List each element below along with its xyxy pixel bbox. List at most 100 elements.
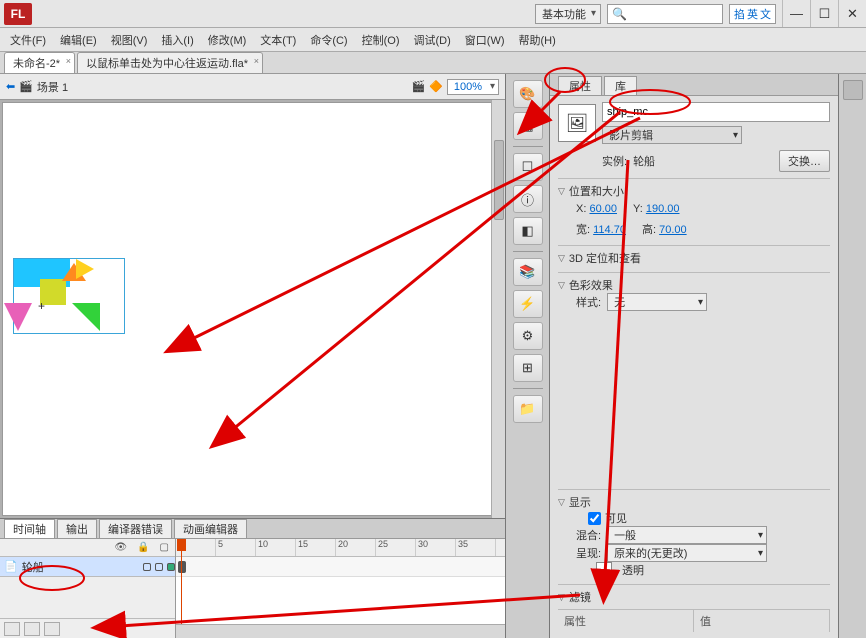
eye-icon[interactable]: 👁: [114, 542, 127, 553]
tool-library[interactable]: 📚: [513, 258, 543, 286]
doc-tab-1[interactable]: 未命名-2* ×: [4, 52, 75, 73]
blend-combo[interactable]: 一般: [607, 526, 767, 544]
ime-c: 文: [760, 6, 771, 22]
maximize-button[interactable]: ☐: [810, 0, 838, 27]
tool-behaviors[interactable]: ⚙: [513, 322, 543, 350]
outline-icon[interactable]: ▢: [160, 542, 169, 553]
new-folder-button[interactable]: [24, 622, 40, 636]
menu-file[interactable]: 文件(F): [6, 30, 50, 50]
x-label: X:: [576, 203, 586, 215]
menu-window[interactable]: 窗口(W): [461, 30, 509, 50]
edit-symbol-icon[interactable]: 🔶: [429, 80, 443, 93]
doc-tab-2-close[interactable]: ×: [254, 56, 259, 66]
tab-properties[interactable]: 属性: [558, 76, 602, 95]
tool-components[interactable]: ⊞: [513, 354, 543, 382]
scene-label: 场景 1: [37, 79, 68, 95]
menubar: 文件(F) 编辑(E) 视图(V) 插入(I) 修改(M) 文本(T) 命令(C…: [0, 28, 866, 52]
delete-layer-button[interactable]: [44, 622, 60, 636]
tool-transform[interactable]: ☐: [513, 153, 543, 181]
back-arrow-icon[interactable]: ⬅: [6, 80, 15, 93]
tab-library[interactable]: 库: [604, 76, 637, 95]
tool-project[interactable]: 📁: [513, 395, 543, 423]
layer-lock-dot[interactable]: [155, 563, 163, 571]
transparent-label: 透明: [622, 562, 644, 578]
ime-indicator[interactable]: 掐 英 文: [729, 4, 776, 24]
app-logo: FL: [4, 3, 32, 25]
search-input[interactable]: 🔍: [607, 4, 723, 24]
instance-of-value: 轮船: [633, 153, 655, 169]
menu-help[interactable]: 帮助(H): [515, 30, 560, 50]
y-value[interactable]: 190.00: [646, 203, 680, 215]
render-combo[interactable]: 原来的(无更改): [607, 544, 767, 562]
layer-visible-dot[interactable]: [143, 563, 151, 571]
tool-swatches[interactable]: 🎨: [513, 80, 543, 108]
selected-instance[interactable]: +: [13, 258, 125, 334]
close-button[interactable]: ✕: [838, 0, 866, 27]
menu-text[interactable]: 文本(T): [256, 30, 300, 50]
workspace-combo[interactable]: 基本功能: [535, 4, 601, 24]
instance-thumbnail: 🖼: [558, 104, 596, 142]
visible-checkbox[interactable]: [588, 512, 601, 525]
menu-view[interactable]: 视图(V): [107, 30, 152, 50]
doc-tab-1-close[interactable]: ×: [66, 56, 71, 66]
tool-info[interactable]: ⓘ: [513, 185, 543, 213]
zoom-combo[interactable]: 100%: [447, 79, 499, 95]
section-position[interactable]: 位置和大小: [558, 183, 830, 199]
menu-insert[interactable]: 插入(I): [157, 30, 197, 50]
instance-name-input[interactable]: [602, 102, 830, 122]
tab-timeline[interactable]: 时间轴: [4, 519, 55, 538]
keyframe-1[interactable]: [178, 561, 186, 573]
render-label: 呈现:: [576, 545, 601, 561]
layer-row[interactable]: 📄 轮船: [0, 557, 175, 577]
style-combo[interactable]: 无: [607, 293, 707, 311]
ruler-5: 5: [216, 539, 256, 556]
tool-color[interactable]: ◧: [513, 217, 543, 245]
layer-icon: 📄: [4, 560, 18, 573]
h-label: 高:: [642, 224, 656, 236]
style-label: 样式:: [576, 294, 601, 310]
ime-b: 英: [747, 6, 758, 22]
tab-motion-editor[interactable]: 动画编辑器: [174, 519, 247, 538]
filter-col-value: 值: [694, 610, 830, 632]
doc-tab-1-label: 未命名-2*: [13, 58, 60, 70]
menu-modify[interactable]: 修改(M): [204, 30, 251, 50]
far-tool-1[interactable]: [843, 80, 863, 100]
stage-canvas[interactable]: +: [2, 102, 503, 516]
tool-align[interactable]: ▦: [513, 112, 543, 140]
swap-button[interactable]: 交换…: [779, 150, 830, 172]
symbol-type-combo[interactable]: 影片剪辑: [602, 126, 742, 144]
layer-outline-dot[interactable]: [167, 563, 175, 571]
bg-color-swatch[interactable]: [596, 562, 612, 578]
h-value[interactable]: 70.00: [659, 224, 687, 236]
lock-icon[interactable]: 🔒: [137, 542, 149, 553]
menu-edit[interactable]: 编辑(E): [56, 30, 101, 50]
section-filters[interactable]: 滤镜: [558, 589, 830, 605]
frame-track[interactable]: [176, 557, 505, 577]
x-value[interactable]: 60.00: [589, 203, 617, 215]
ruler-30: 30: [416, 539, 456, 556]
menu-debug[interactable]: 调试(D): [410, 30, 455, 50]
w-value[interactable]: 114.70: [593, 224, 626, 236]
ruler-35: 35: [456, 539, 496, 556]
document-tabs: 未命名-2* × 以鼠标单击处为中心往返运动.fla*×: [0, 52, 866, 74]
minimize-button[interactable]: —: [782, 0, 810, 27]
section-3d[interactable]: 3D 定位和查看: [558, 250, 830, 266]
menu-commands[interactable]: 命令(C): [306, 30, 351, 50]
section-display[interactable]: 显示: [558, 494, 830, 510]
search-icon: 🔍: [612, 7, 627, 21]
section-color-effect[interactable]: 色彩效果: [558, 277, 830, 293]
stage-vscroll[interactable]: [491, 100, 505, 518]
timeline-hscroll[interactable]: [176, 624, 505, 638]
ruler-25: 25: [376, 539, 416, 556]
edit-scene-icon[interactable]: 🎬: [411, 80, 425, 93]
workspace-label: 基本功能: [542, 6, 586, 22]
y-label: Y:: [633, 203, 643, 215]
timeline-frames[interactable]: 1 5 10 15 20 25 30 35: [176, 539, 505, 638]
new-layer-button[interactable]: [4, 622, 20, 636]
menu-control[interactable]: 控制(O): [358, 30, 404, 50]
tab-compiler-errors[interactable]: 编译器错误: [99, 519, 172, 538]
tab-output[interactable]: 输出: [57, 519, 97, 538]
registration-icon: +: [38, 299, 45, 313]
doc-tab-2[interactable]: 以鼠标单击处为中心往返运动.fla*×: [77, 52, 263, 73]
tool-actions[interactable]: ⚡: [513, 290, 543, 318]
